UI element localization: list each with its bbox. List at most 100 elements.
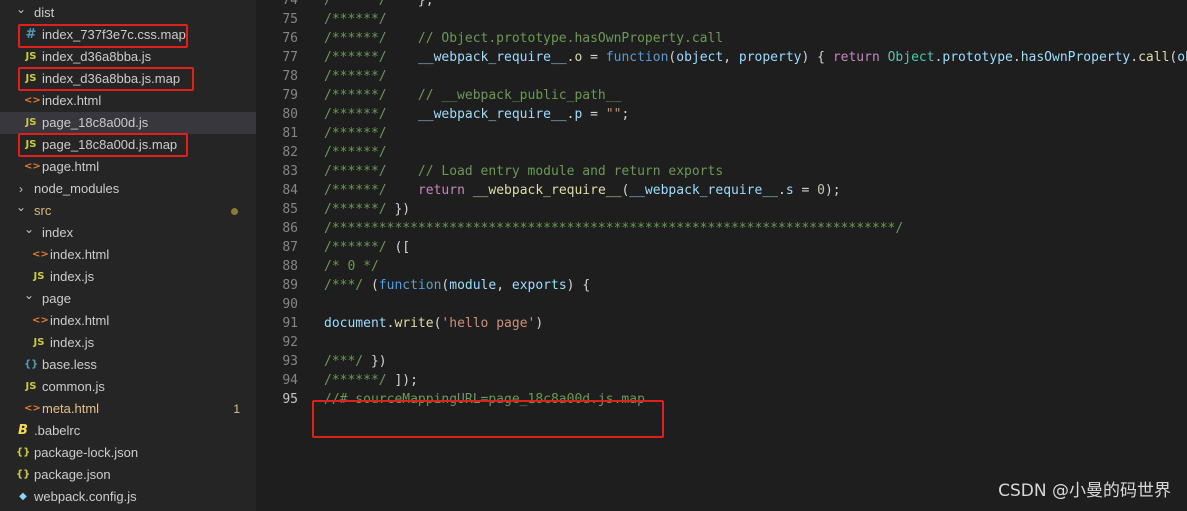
code-token: }; bbox=[386, 0, 434, 8]
tree-item-label: meta.html bbox=[42, 401, 100, 416]
tree-folder[interactable]: ⌄ src bbox=[0, 200, 256, 222]
tree-folder[interactable]: ⌄ dist bbox=[0, 2, 256, 24]
line-number: 89 bbox=[282, 278, 298, 293]
code-token: /***/ bbox=[324, 354, 364, 369]
line-number: 86 bbox=[282, 221, 298, 236]
code-token: prototype bbox=[942, 50, 1013, 65]
tree-folder[interactable]: ⌄ index bbox=[0, 222, 256, 244]
tree-file[interactable]: <> page.html bbox=[0, 156, 256, 178]
code-token: 0 bbox=[817, 183, 825, 198]
highlight-box-index-js-map bbox=[18, 67, 194, 91]
tree-file[interactable]: JS page_18c8a00d.js bbox=[0, 112, 256, 134]
line-number: 95 bbox=[282, 392, 298, 407]
html-icon: <> bbox=[24, 403, 41, 414]
code-token: 'hello page' bbox=[441, 316, 536, 331]
tree-file[interactable]: {} package.json bbox=[0, 464, 256, 486]
tree-item-label: .babelrc bbox=[34, 423, 81, 438]
code-line: 74 /******/ }; bbox=[256, 0, 1187, 10]
code-line: 84 /******/ return __webpack_require__(__… bbox=[256, 181, 1187, 200]
tree-item-label: base.less bbox=[42, 357, 97, 372]
code-text: /******/ ([ bbox=[324, 238, 410, 257]
code-token: }) bbox=[363, 354, 387, 369]
code-line: 90 bbox=[256, 295, 1187, 314]
code-token: function bbox=[378, 278, 442, 293]
code-line: 91 document.write('hello page') bbox=[256, 314, 1187, 333]
code-token: Object bbox=[887, 50, 935, 65]
code-token: /******/ bbox=[324, 107, 387, 122]
tree-file[interactable]: <> index.html bbox=[0, 90, 256, 112]
chevron-down-icon: ⌄ bbox=[24, 288, 35, 302]
code-text: document.write('hello page') bbox=[324, 314, 543, 333]
code-token: ]); bbox=[386, 373, 418, 388]
code-token: = bbox=[582, 50, 606, 65]
line-number: 79 bbox=[282, 88, 298, 103]
tree-file[interactable]: JS index.js bbox=[0, 332, 256, 354]
code-line: 78 /******/ bbox=[256, 67, 1187, 86]
tree-item-label: index.js bbox=[50, 335, 95, 350]
tree-folder[interactable]: › node_modules bbox=[0, 178, 256, 200]
tree-folder[interactable]: ⌄ page bbox=[0, 288, 256, 310]
code-text: /******/ __webpack_require__.p = ""; bbox=[324, 105, 629, 124]
tree-file[interactable]: {} package-lock.json bbox=[0, 442, 256, 464]
tree-file[interactable]: JS index_d36a8bba.js bbox=[0, 46, 256, 68]
code-text: /******/ // Object.prototype.hasOwnPrope… bbox=[324, 29, 723, 48]
tree-file[interactable]: JS common.js bbox=[0, 376, 256, 398]
code-line: 75 /******/ bbox=[256, 10, 1187, 29]
code-token: obj bbox=[1177, 50, 1187, 65]
js-icon: JS bbox=[25, 117, 37, 128]
code-line: 80 /******/ __webpack_require__.p = ""; bbox=[256, 105, 1187, 124]
tree-file[interactable]: {} base.less bbox=[0, 354, 256, 376]
braces-icon: {} bbox=[24, 359, 39, 370]
code-text: /******/ // __webpack_public_path__ bbox=[324, 86, 621, 105]
code-line: 92 bbox=[256, 333, 1187, 352]
code-token: ); bbox=[824, 183, 841, 198]
tree-file[interactable]: <> index.html bbox=[0, 310, 256, 332]
code-token: ) bbox=[535, 316, 544, 331]
code-text: /******/ bbox=[324, 143, 387, 162]
code-text: /******/ }; bbox=[324, 0, 434, 10]
html-icon: <> bbox=[24, 95, 41, 106]
tree-item-label: page_18c8a00d.js bbox=[42, 115, 149, 130]
tree-file[interactable]: <> index.html bbox=[0, 244, 256, 266]
code-token: /******/ bbox=[324, 69, 387, 84]
code-token: /******/ bbox=[324, 183, 387, 198]
code-text: /******/ return __webpack_require__(__we… bbox=[324, 181, 841, 200]
tree-item-label: package-lock.json bbox=[34, 445, 139, 460]
code-token: /* 0 */ bbox=[324, 259, 379, 274]
code-line: 85 /******/ }) bbox=[256, 200, 1187, 219]
line-number: 74 bbox=[282, 0, 298, 8]
json-icon: {} bbox=[16, 447, 31, 458]
tree-file[interactable]: <> meta.html 1 bbox=[0, 398, 256, 420]
code-line: 82 /******/ bbox=[256, 143, 1187, 162]
tree-file[interactable]: ◆ webpack.config.js bbox=[0, 486, 256, 508]
chevron-down-icon: ⌄ bbox=[16, 2, 27, 16]
code-token: . bbox=[778, 183, 786, 198]
code-token: /******/ bbox=[324, 126, 387, 141]
tree-item-label: index.html bbox=[50, 313, 110, 328]
code-line: 86 /*************************************… bbox=[256, 219, 1187, 238]
line-number: 84 bbox=[282, 183, 298, 198]
code-line: 81 /******/ bbox=[256, 124, 1187, 143]
code-token: __webpack_require__ bbox=[629, 183, 778, 198]
code-token: /******/ bbox=[324, 202, 387, 217]
line-number: 88 bbox=[282, 259, 298, 274]
code-line: 89/***/ (function(module, exports) { bbox=[256, 276, 1187, 295]
watermark: CSDN @小曼的码世界 bbox=[998, 481, 1171, 501]
code-token: hasOwnProperty bbox=[1020, 50, 1131, 65]
tree-item-label: index.html bbox=[42, 93, 102, 108]
tree-file[interactable]: JS index.js bbox=[0, 266, 256, 288]
html-icon: <> bbox=[32, 249, 49, 260]
tree-item-label: common.js bbox=[42, 379, 105, 394]
js-icon: JS bbox=[25, 381, 37, 392]
highlight-box-page-js-map bbox=[18, 133, 188, 157]
highlight-box-source-mapping-url bbox=[312, 400, 664, 438]
code-line: 93 /***/ }) bbox=[256, 352, 1187, 371]
line-number: 82 bbox=[282, 145, 298, 160]
line-number: 93 bbox=[282, 354, 298, 369]
tree-file[interactable]: B .babelrc bbox=[0, 420, 256, 442]
code-token: "" bbox=[605, 107, 622, 122]
line-number: 92 bbox=[282, 335, 298, 350]
js-icon: JS bbox=[25, 51, 37, 62]
